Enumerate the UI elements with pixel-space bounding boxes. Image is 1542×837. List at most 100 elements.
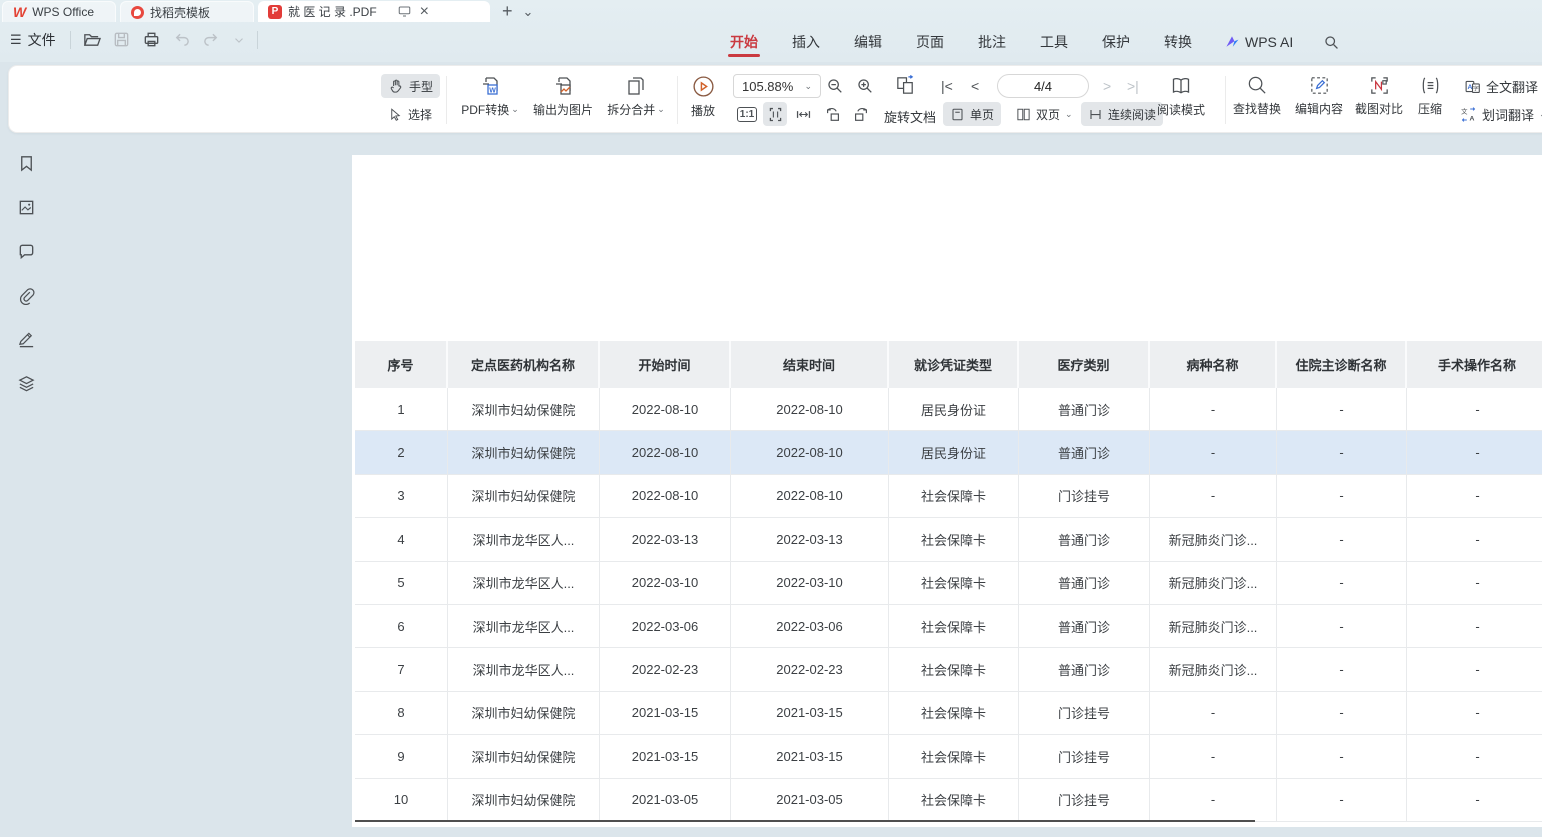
layers-panel-button[interactable] — [13, 370, 39, 396]
hand-tool-button[interactable]: 手型 — [381, 74, 440, 98]
table-cell: 普通门诊 — [1019, 562, 1150, 605]
table-cell: - — [1277, 779, 1407, 822]
tab-wps-office[interactable]: W WPS Office — [2, 1, 116, 22]
continuous-read-button[interactable]: 连续阅读 — [1081, 102, 1163, 126]
ribbon-tab-page[interactable]: 页面 — [914, 23, 946, 61]
table-cell: - — [1277, 431, 1407, 474]
attachment-panel-button[interactable] — [13, 282, 39, 308]
bookmark-panel-button[interactable] — [13, 150, 39, 176]
window-tab-strip: W WPS Office 找稻壳模板 P 就 医 记 录 .PDF × + ⌄ — [0, 0, 1542, 22]
fit-width-button[interactable] — [791, 102, 815, 126]
ribbon-tab-home[interactable]: 开始 — [728, 23, 760, 61]
more-actions-chevron-icon[interactable] — [232, 33, 246, 47]
table-row: 10深圳市妇幼保健院2021-03-052021-03-05社会保障卡门诊挂号-… — [355, 779, 1542, 822]
split-merge-button[interactable]: 拆分合并⌄ — [601, 74, 671, 118]
table-cell: 2021-03-15 — [600, 692, 731, 735]
chevron-down-icon: ⌄ — [804, 81, 812, 92]
column-header: 序号 — [355, 341, 448, 388]
first-page-button[interactable]: |< — [941, 78, 953, 94]
replace-pages-button[interactable] — [893, 73, 917, 97]
single-page-button[interactable]: 单页 — [943, 102, 1001, 126]
full-text-translate-button[interactable]: A 字 全文翻译 — [1457, 74, 1542, 98]
table-cell: - — [1150, 735, 1277, 778]
screenshot-compare-button[interactable]: 截图对比 — [1349, 74, 1409, 117]
table-cell: 6 — [355, 605, 448, 648]
play-icon — [691, 74, 716, 99]
table-cell: - — [1407, 562, 1542, 605]
wps-logo-icon: W — [13, 5, 26, 19]
table-row: 8深圳市妇幼保健院2021-03-152021-03-15社会保障卡门诊挂号--… — [355, 692, 1542, 735]
read-mode-button[interactable]: 阅读模式 — [1153, 74, 1209, 118]
zoom-in-button[interactable] — [853, 74, 877, 98]
title-bar: W WPS Office 找稻壳模板 P 就 医 记 录 .PDF × + ⌄ — [0, 0, 1542, 62]
select-tool-button[interactable]: 选择 — [381, 102, 439, 126]
thumbnail-panel-button[interactable] — [13, 194, 39, 220]
rotate-document-button[interactable]: 旋转文档 — [884, 107, 936, 126]
column-header: 住院主诊断名称 — [1277, 341, 1407, 388]
close-icon[interactable]: × — [420, 4, 429, 20]
edit-content-button[interactable]: 编辑内容 — [1289, 74, 1349, 117]
monitor-icon[interactable] — [397, 4, 412, 19]
divider — [257, 31, 258, 49]
fit-page-icon — [767, 106, 784, 123]
table-cell: 社会保障卡 — [889, 735, 1019, 778]
ribbon-tab-protect[interactable]: 保护 — [1100, 23, 1132, 61]
double-page-button[interactable]: 双页 ⌄ — [1009, 102, 1080, 126]
tab-document-pdf[interactable]: P 就 医 记 录 .PDF × — [258, 1, 490, 22]
page-indicator-input[interactable] — [997, 74, 1089, 98]
column-header: 手术操作名称 — [1407, 341, 1542, 388]
ribbon-tab-edit[interactable]: 编辑 — [852, 23, 884, 61]
zoom-out-button[interactable] — [823, 74, 847, 98]
export-image-button[interactable]: 输出为图片 — [525, 74, 601, 118]
fit-page-button[interactable] — [763, 102, 787, 126]
undo-icon[interactable] — [172, 30, 191, 49]
zoom-level-select[interactable]: 105.88% ⌄ — [733, 74, 821, 98]
play-button[interactable]: 播放 — [681, 74, 725, 119]
table-cell: 深圳市龙华区人... — [448, 518, 600, 561]
find-replace-icon — [1246, 74, 1269, 97]
new-tab-icon[interactable]: + — [502, 2, 513, 20]
table-cell: 2021-03-15 — [731, 692, 889, 735]
search-icon[interactable] — [1323, 34, 1340, 51]
save-icon[interactable] — [112, 30, 131, 49]
wps-ai-button[interactable]: WPS AI — [1224, 34, 1293, 50]
table-cell: 门诊挂号 — [1019, 692, 1150, 735]
comment-panel-button[interactable] — [13, 238, 39, 264]
prev-page-button[interactable]: < — [971, 78, 979, 94]
open-file-icon[interactable] — [82, 30, 101, 49]
last-page-button[interactable]: >| — [1127, 78, 1139, 94]
ribbon-tab-insert[interactable]: 插入 — [790, 23, 822, 61]
table-row: 6深圳市龙华区人...2022-03-062022-03-06社会保障卡普通门诊… — [355, 605, 1542, 648]
svg-text:字: 字 — [1473, 84, 1479, 92]
table-cell: - — [1407, 692, 1542, 735]
pdf-convert-button[interactable]: W PDF转换⌄ — [455, 74, 525, 118]
ribbon-tab-comment[interactable]: 批注 — [976, 23, 1008, 61]
rotate-right-button[interactable] — [849, 102, 873, 126]
next-page-button[interactable]: > — [1103, 78, 1111, 94]
docer-icon — [131, 6, 144, 19]
word-translate-button[interactable]: 文 A 划词翻译 ⌄ — [1453, 102, 1542, 126]
table-cell: - — [1407, 518, 1542, 561]
table-cell: 2022-03-06 — [600, 605, 731, 648]
image-icon — [17, 198, 36, 217]
find-replace-button[interactable]: 查找替换 — [1227, 74, 1287, 117]
table-cell: - — [1407, 648, 1542, 691]
table-cell: 新冠肺炎门诊... — [1150, 562, 1277, 605]
signature-panel-button[interactable] — [13, 326, 39, 352]
hand-icon — [388, 78, 404, 94]
redo-icon[interactable] — [202, 30, 221, 49]
rotate-left-button[interactable] — [821, 102, 845, 126]
compress-button[interactable]: 压缩 — [1407, 74, 1453, 117]
table-cell: 4 — [355, 518, 448, 561]
table-cell: 9 — [355, 735, 448, 778]
table-cell: 2022-03-10 — [600, 562, 731, 605]
actual-size-button[interactable]: 1:1 — [735, 102, 759, 126]
table-cell: 社会保障卡 — [889, 779, 1019, 822]
tab-docer-templates[interactable]: 找稻壳模板 — [120, 1, 254, 22]
tab-list-chevron-icon[interactable]: ⌄ — [523, 5, 534, 18]
file-menu-button[interactable]: ☰ 文件 — [10, 30, 56, 50]
ribbon-tab-tools[interactable]: 工具 — [1038, 23, 1070, 61]
print-icon[interactable] — [142, 30, 161, 49]
ribbon-tab-convert[interactable]: 转换 — [1162, 23, 1194, 61]
hamburger-icon: ☰ — [10, 32, 22, 48]
